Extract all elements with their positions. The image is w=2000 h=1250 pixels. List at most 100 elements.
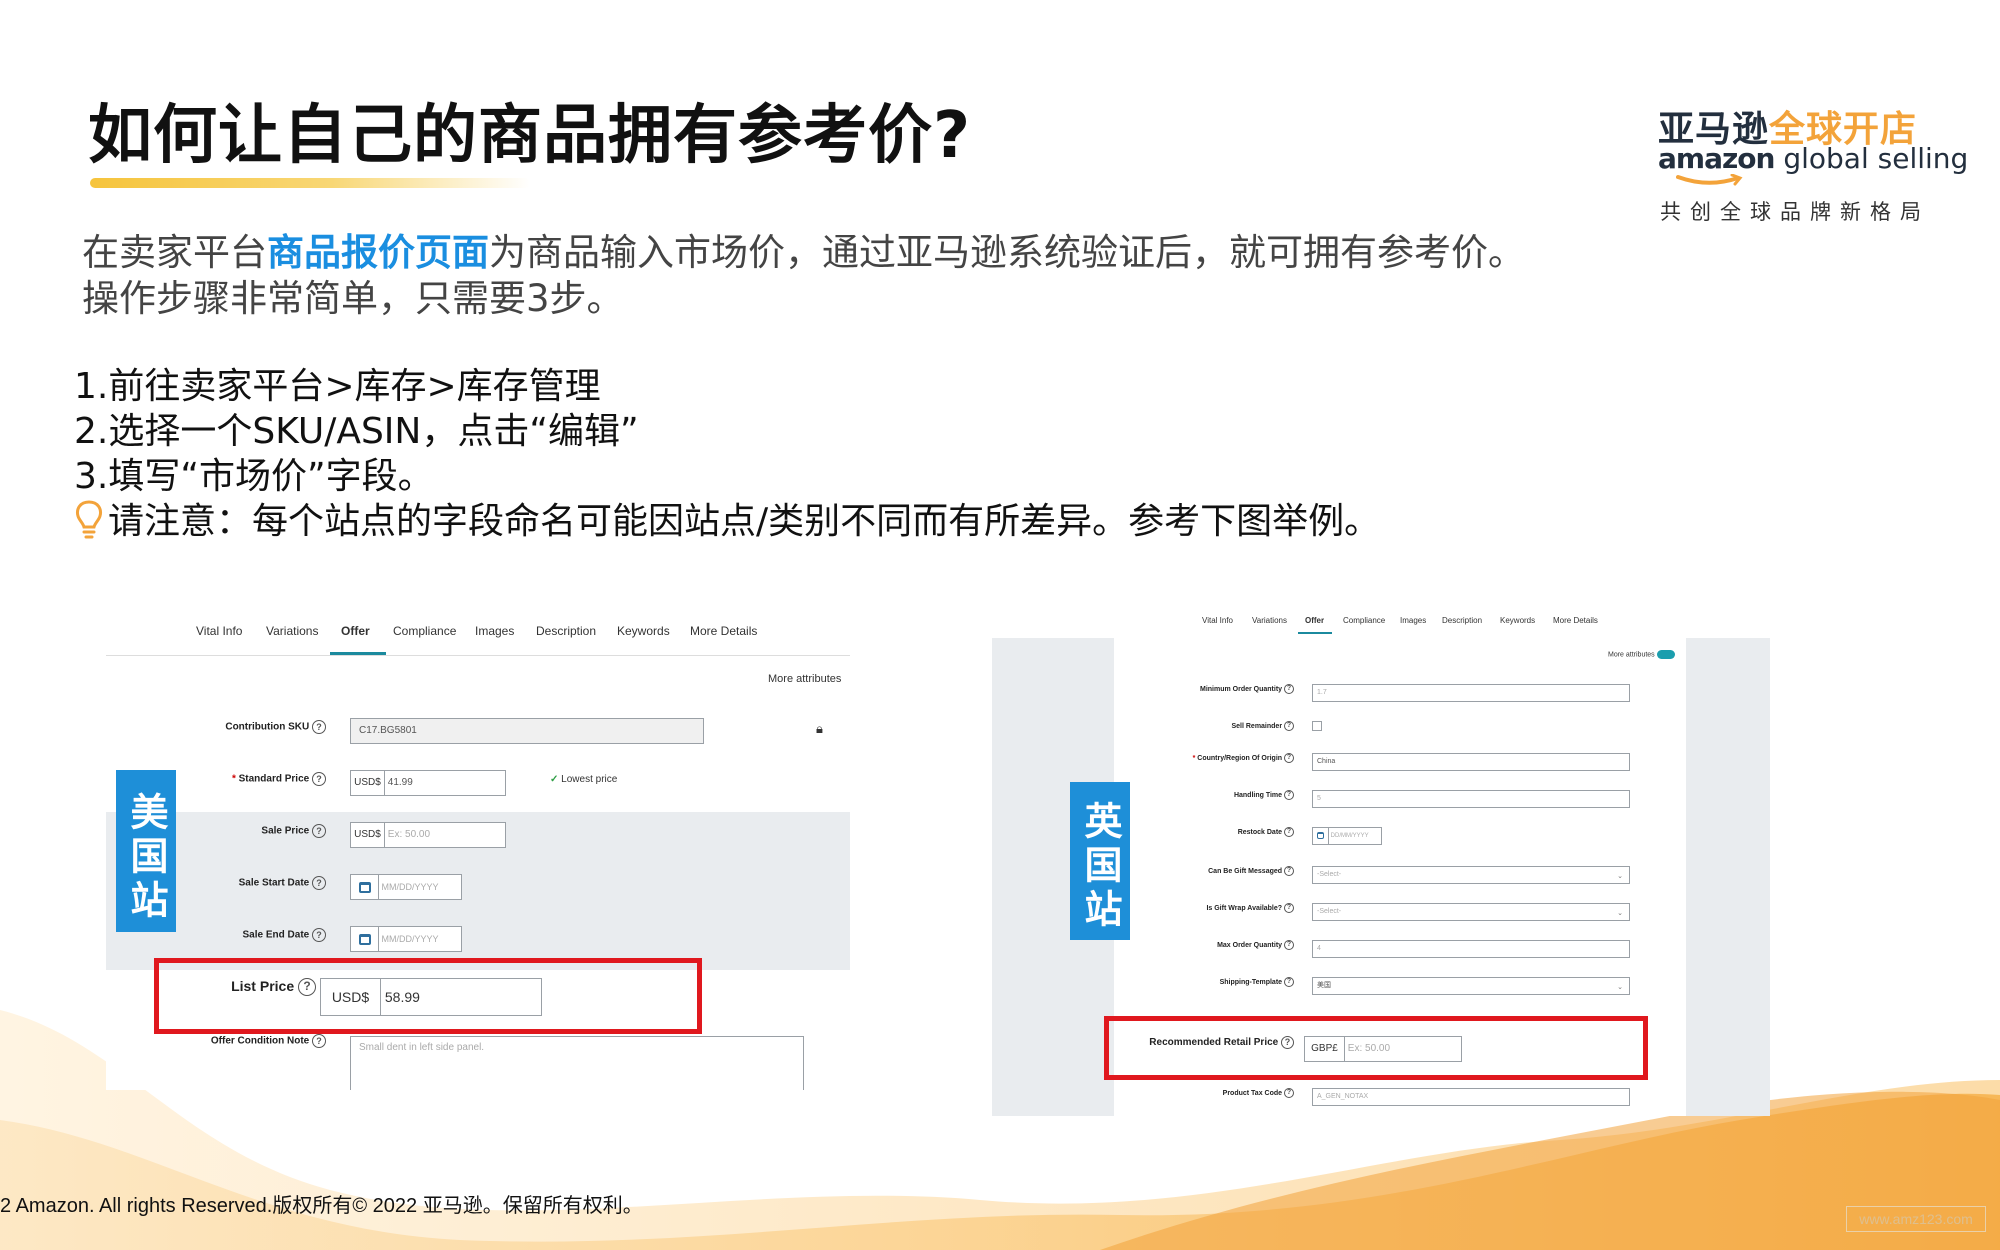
uk-tab-compliance[interactable]: Compliance — [1343, 616, 1385, 625]
watermark: www.amz123.com — [1846, 1206, 1986, 1232]
uk-tab-offer[interactable]: Offer — [1305, 616, 1324, 625]
help-icon[interactable]: ? — [312, 1034, 326, 1048]
check-icon: ✓ — [550, 774, 559, 785]
uk-label-shipping-template: Shipping-Template ? — [1122, 977, 1294, 987]
logo-english-text: amazon global selling — [1658, 142, 1969, 175]
help-icon[interactable]: ? — [1284, 721, 1294, 731]
us-tab-images[interactable]: Images — [475, 624, 514, 638]
uk-label-product-tax-code: Product Tax Code ? — [1122, 1088, 1294, 1098]
uk-min-order-qty-field[interactable]: 1.7 — [1312, 684, 1630, 702]
us-tab-variations[interactable]: Variations — [266, 624, 318, 638]
uk-recommended-price-highlight-box — [1104, 1016, 1648, 1080]
amazon-smile-icon — [1676, 174, 1743, 186]
uk-label-country-origin: * Country/Region Of Origin ? — [1122, 753, 1294, 763]
uk-label-gift-wrap: Is Gift Wrap Available? ? — [1122, 903, 1294, 913]
uk-handling-time-field[interactable]: 5 — [1312, 790, 1630, 808]
steps-list: 1.前往卖家平台>库存>库存管理 2.选择一个SKU/ASIN，点击“编辑” 3… — [74, 364, 1380, 544]
help-icon[interactable]: ? — [312, 772, 326, 786]
amazon-global-selling-logo: 亚马逊全球开店 amazon global selling 共创全球品牌新格局 — [1656, 100, 1968, 230]
copyright-footer: 2 Amazon. All rights Reserved.版权所有© 2022… — [0, 1195, 643, 1217]
uk-tab-variations[interactable]: Variations — [1252, 616, 1287, 625]
us-label-sale-price: Sale Price ? — [166, 824, 326, 838]
help-icon[interactable]: ? — [1284, 827, 1294, 837]
us-tab-compliance[interactable]: Compliance — [393, 624, 456, 638]
us-sale-start-date-field[interactable]: MM/DD/YYYY — [350, 874, 462, 900]
intro-paragraph: 在卖家平台商品报价页面为商品输入市场价，通过亚马逊系统验证后，就可拥有参考价。 … — [82, 230, 1525, 322]
step-1: 1.前往卖家平台>库存>库存管理 — [74, 366, 601, 407]
offer-page-highlight: 商品报价页面 — [267, 231, 489, 274]
uk-more-attributes: More attributes — [1608, 650, 1675, 659]
help-icon[interactable]: ? — [1284, 977, 1294, 987]
uk-gift-messaged-select[interactable]: -Select- ⌄ — [1312, 866, 1630, 884]
uk-label-sell-remainder: Sell Remainder ? — [1122, 721, 1294, 731]
uk-product-tax-code-field[interactable]: A_GEN_NOTAX — [1312, 1088, 1630, 1106]
uk-sell-remainder-checkbox[interactable] — [1312, 721, 1322, 731]
uk-right-gutter — [1686, 638, 1770, 1116]
us-standard-price-field[interactable]: USD$ 41.99 — [350, 770, 506, 796]
logo-tagline: 共创全球品牌新格局 — [1660, 200, 1930, 224]
help-icon[interactable]: ? — [1284, 940, 1294, 950]
uk-label-max-order-qty: Max Order Quantity ? — [1122, 940, 1294, 950]
help-icon[interactable]: ? — [1284, 753, 1294, 763]
us-tab-offer[interactable]: Offer — [341, 624, 370, 638]
calendar-icon[interactable] — [358, 882, 371, 894]
uk-tab-bar: Vital Info Variations Offer Compliance I… — [992, 616, 1770, 636]
title-underline — [90, 178, 530, 188]
chevron-down-icon: ⌄ — [1617, 984, 1623, 991]
us-tab-more-details[interactable]: More Details — [690, 624, 757, 638]
uk-tab-images[interactable]: Images — [1400, 616, 1426, 625]
us-sale-end-date-field[interactable]: MM/DD/YYYY — [350, 926, 462, 952]
uk-max-order-qty-field[interactable]: 4 — [1312, 940, 1630, 958]
help-icon[interactable]: ? — [312, 928, 326, 942]
help-icon[interactable]: ? — [312, 824, 326, 838]
us-tab-keywords[interactable]: Keywords — [617, 624, 670, 638]
us-tab-bar: Vital Info Variations Offer Compliance I… — [106, 624, 850, 654]
uk-gift-wrap-select[interactable]: -Select- ⌄ — [1312, 903, 1630, 921]
uk-tab-description[interactable]: Description — [1442, 616, 1482, 625]
slide: 如何让自己的商品拥有参考价? 亚马逊全球开店 amazon global sel… — [0, 0, 2000, 1250]
us-label-contribution-sku: Contribution SKU ? — [166, 720, 326, 734]
uk-label-min-order-qty: Minimum Order Quantity ? — [1122, 684, 1294, 694]
intro-line-1: 在卖家平台商品报价页面为商品输入市场价，通过亚马逊系统验证后，就可拥有参考价。 — [82, 231, 1525, 274]
uk-tab-more-details[interactable]: More Details — [1553, 616, 1598, 625]
us-tab-divider — [106, 655, 850, 656]
us-label-sale-start-date: Sale Start Date ? — [166, 876, 326, 890]
uk-country-origin-field[interactable]: China — [1312, 753, 1630, 771]
help-icon[interactable]: ? — [1284, 684, 1294, 694]
help-icon[interactable]: ? — [312, 720, 326, 734]
help-icon[interactable]: ? — [1284, 1088, 1294, 1098]
chevron-down-icon: ⌄ — [1617, 910, 1623, 917]
help-icon[interactable]: ? — [312, 876, 326, 890]
us-contribution-sku-field[interactable]: C17.BG5801 — [350, 718, 704, 744]
intro-line-2: 操作步骤非常简单，只需要3步。 — [82, 277, 624, 320]
uk-station-label: 英国站 — [1070, 782, 1130, 940]
note-line: 请注意：每个站点的字段命名可能因站点/类别不同而有所差异。参考下图举例。 — [74, 499, 1380, 544]
uk-tab-vital-info[interactable]: Vital Info — [1202, 616, 1233, 625]
step-3: 3.填写“市场价”字段。 — [74, 456, 434, 497]
us-label-sale-end-date: Sale End Date ? — [166, 928, 326, 942]
calendar-icon[interactable] — [358, 934, 371, 946]
us-tab-description[interactable]: Description — [536, 624, 596, 638]
us-lowest-price-badge: ✓ Lowest price — [550, 774, 618, 785]
us-tab-vital-info[interactable]: Vital Info — [196, 624, 242, 638]
uk-shipping-template-select[interactable]: 美国 ⌄ — [1312, 977, 1630, 995]
uk-active-tab-underline — [1298, 632, 1332, 634]
us-label-offer-condition-note: Offer Condition Note ? — [166, 1034, 326, 1048]
uk-label-handling-time: Handling Time ? — [1122, 790, 1294, 800]
help-icon[interactable]: ? — [1284, 866, 1294, 876]
page-title: 如何让自己的商品拥有参考价? — [88, 99, 972, 173]
uk-restock-date-field[interactable]: DD/MM/YYYY — [1312, 827, 1382, 845]
us-station-label: 美国站 — [116, 770, 176, 932]
us-sale-price-field[interactable]: USD$ Ex: 50.00 — [350, 822, 506, 848]
toggle-switch[interactable] — [1656, 650, 1675, 659]
help-icon[interactable]: ? — [1284, 790, 1294, 800]
help-icon[interactable]: ? — [1284, 903, 1294, 913]
us-list-price-highlight-box — [154, 958, 702, 1034]
us-label-standard-price: * Standard Price ? — [166, 772, 326, 786]
lightbulb-icon — [76, 500, 102, 539]
us-offer-condition-note-field[interactable]: Small dent in left side panel. — [350, 1036, 804, 1090]
step-2: 2.选择一个SKU/ASIN，点击“编辑” — [74, 411, 639, 452]
us-more-attributes[interactable]: More attributes — [768, 673, 841, 685]
calendar-icon[interactable] — [1317, 831, 1324, 839]
uk-tab-keywords[interactable]: Keywords — [1500, 616, 1535, 625]
